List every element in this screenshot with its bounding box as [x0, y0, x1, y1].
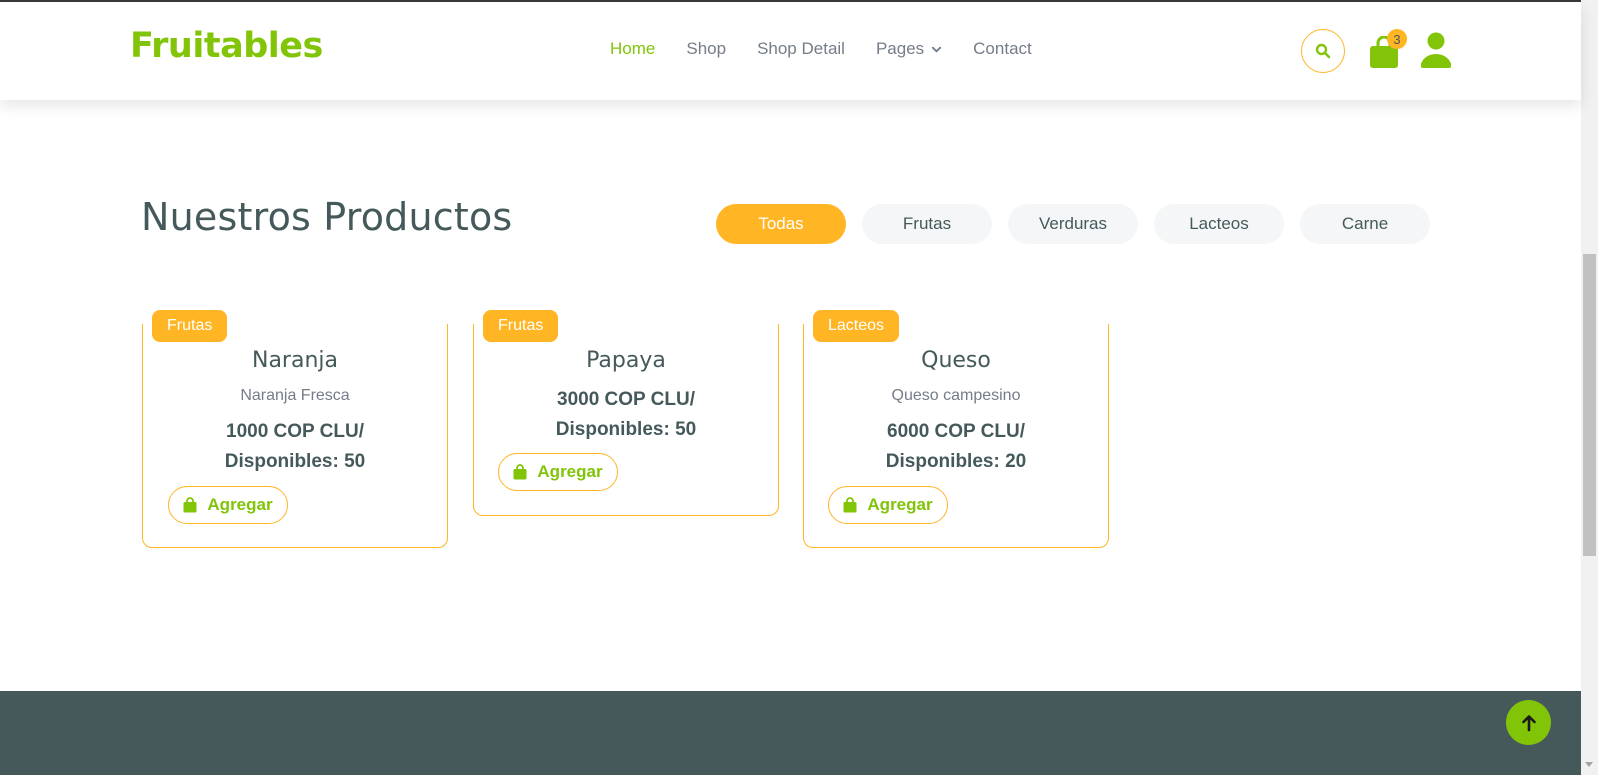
section-title: Nuestros Productos — [141, 195, 513, 239]
search-icon — [1315, 43, 1331, 59]
filter-todas[interactable]: Todas — [716, 204, 846, 244]
shopping-bag-icon — [843, 497, 857, 513]
product-price: 3000 COP CLU/ — [557, 389, 695, 410]
filter-lacteos[interactable]: Lacteos — [1154, 204, 1284, 244]
filter-frutas[interactable]: Frutas — [862, 204, 992, 244]
product-price: 1000 COP CLU/ — [226, 421, 364, 442]
nav-pages-dropdown[interactable]: Pages — [876, 39, 942, 59]
nav-menu: Home Shop Shop Detail Pages Contact — [610, 39, 1032, 59]
add-to-cart-label: Agregar — [537, 462, 603, 481]
add-to-cart-button[interactable]: Agregar — [168, 486, 288, 524]
product-category-tag: Frutas — [483, 310, 559, 342]
nav-shop[interactable]: Shop — [686, 39, 726, 59]
nav-shop-detail[interactable]: Shop Detail — [757, 39, 845, 59]
product-stock: Disponibles: 20 — [885, 451, 1027, 472]
product-card: Naranja Naranja Fresca 1000 COP CLU/ Dis… — [142, 324, 448, 548]
scroll-down-arrow-icon[interactable] — [1585, 762, 1593, 767]
shopping-bag-icon — [183, 497, 197, 513]
user-icon — [1421, 32, 1451, 68]
product-price: 6000 COP CLU/ — [887, 421, 1025, 442]
add-to-cart-button[interactable]: Agregar — [828, 486, 948, 524]
product-description: Naranja Fresca — [240, 387, 350, 404]
category-filters: Todas Frutas Verduras Lacteos Carne — [716, 204, 1430, 244]
navbar: Fruitables Home Shop Shop Detail Pages C… — [0, 2, 1581, 100]
add-to-cart-button[interactable]: Agregar — [498, 453, 618, 491]
add-to-cart-label: Agregar — [207, 495, 273, 514]
product-name: Queso — [921, 348, 991, 373]
back-to-top-button[interactable] — [1506, 700, 1551, 745]
chevron-down-icon — [932, 46, 942, 52]
nav-pages-label: Pages — [875, 39, 925, 58]
nav-contact[interactable]: Contact — [973, 39, 1032, 59]
product-name: Naranja — [251, 348, 338, 373]
cart-button[interactable]: 3 — [1369, 29, 1407, 70]
footer — [0, 691, 1581, 775]
product-name: Papaya — [586, 348, 666, 373]
arrow-up-icon — [1521, 714, 1536, 731]
add-to-cart-label: Agregar — [867, 495, 933, 514]
nav-home[interactable]: Home — [610, 39, 655, 59]
product-category-tag: Frutas — [152, 310, 228, 342]
product-category-tag: Lacteos — [813, 310, 900, 342]
search-button[interactable] — [1301, 29, 1345, 73]
product-card: Papaya 3000 COP CLU/ Disponibles: 50 Agr… — [473, 324, 779, 516]
filter-verduras[interactable]: Verduras — [1008, 204, 1138, 244]
product-stock: Disponibles: 50 — [555, 419, 697, 440]
product-description: Queso campesino — [891, 387, 1021, 404]
cart-count-badge: 3 — [1387, 29, 1407, 49]
brand-logo[interactable]: Fruitables — [130, 26, 323, 66]
scrollbar-thumb[interactable] — [1583, 254, 1596, 556]
user-account-button[interactable] — [1421, 32, 1451, 68]
product-stock: Disponibles: 50 — [224, 451, 366, 472]
filter-carne[interactable]: Carne — [1300, 204, 1430, 244]
shopping-bag-icon — [513, 464, 527, 480]
product-card: Queso Queso campesino 6000 COP CLU/ Disp… — [803, 324, 1109, 548]
